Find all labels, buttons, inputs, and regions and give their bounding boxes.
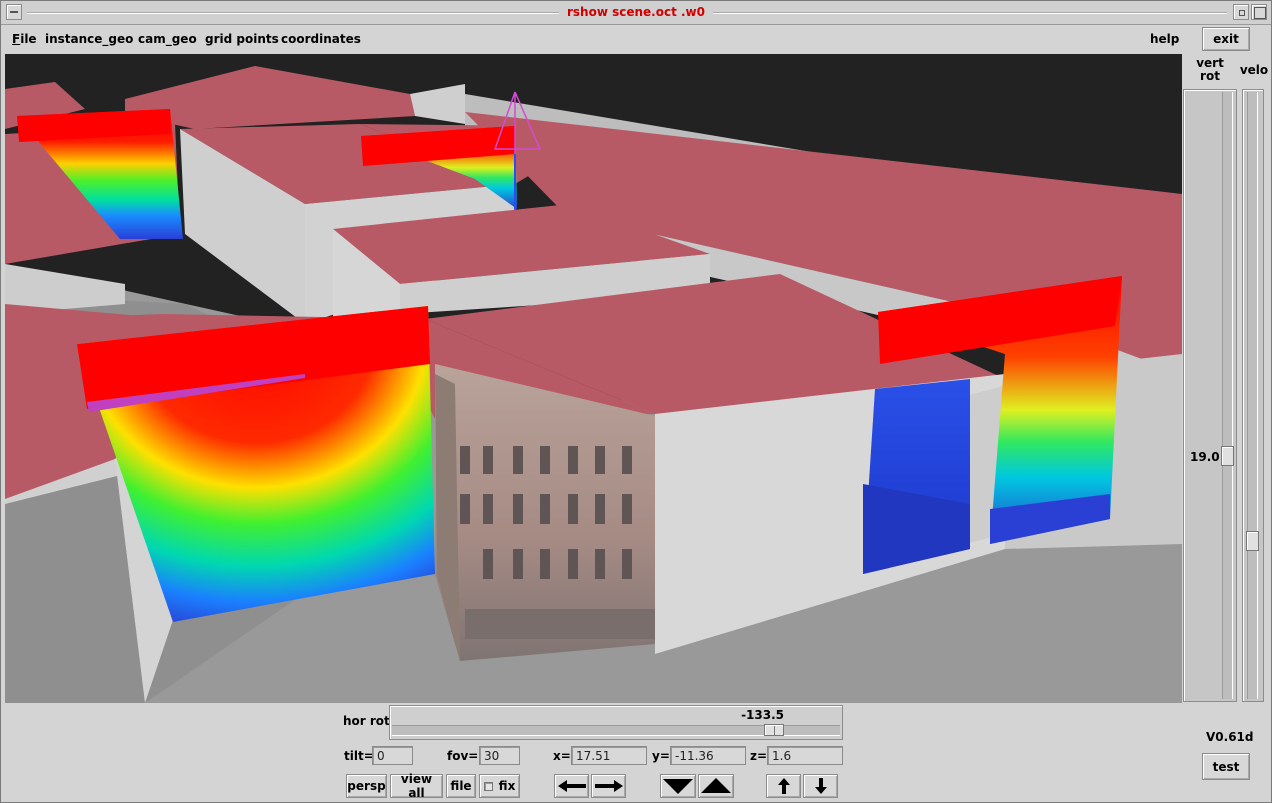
fix-toggle[interactable]: fix (479, 774, 520, 798)
tilt-field[interactable]: 0 (372, 746, 413, 765)
z-field[interactable]: 1.6 (767, 746, 843, 765)
arrow-left-icon (557, 780, 586, 792)
velo-slider[interactable] (1242, 89, 1264, 702)
velo-groove[interactable] (1247, 92, 1258, 699)
application-window: rshow scene.oct .w0 File instance_geo ca… (0, 0, 1272, 803)
fix-label: fix (498, 779, 516, 793)
hor-rot-thumb[interactable] (764, 724, 784, 736)
x-field[interactable]: 17.51 (571, 746, 647, 765)
z-label: z= (750, 749, 768, 763)
vert-rot-label-line2: rot (1200, 69, 1220, 83)
vert-rot-label: vert rot (1191, 57, 1229, 83)
x-label: x= (553, 749, 571, 763)
rotate-left-button[interactable] (554, 774, 589, 798)
maximize-icon[interactable] (1251, 4, 1267, 20)
minimize-icon[interactable] (1233, 4, 1249, 20)
vert-rot-thumb[interactable] (1221, 446, 1234, 466)
title-bar[interactable]: rshow scene.oct .w0 (1, 1, 1271, 25)
hor-rot-value: -133.5 (741, 708, 784, 722)
arrow-down-icon (814, 778, 827, 794)
vert-rot-groove[interactable] (1222, 92, 1233, 699)
menu-file-mnemonic: F (12, 32, 21, 46)
menu-cam-geo[interactable]: cam_geo (138, 32, 197, 46)
version-label: V0.61d (1206, 730, 1254, 744)
tilt-label: tilt= (344, 749, 374, 763)
fov-label: fov= (447, 749, 479, 763)
fix-checkbox[interactable] (483, 781, 493, 791)
wall-far (410, 84, 465, 124)
move-down-button[interactable] (803, 774, 838, 798)
menu-help[interactable]: help (1150, 32, 1179, 46)
move-forward-button[interactable] (698, 774, 734, 798)
menu-coordinates[interactable]: coordinates (281, 32, 361, 46)
file-button[interactable]: file (446, 774, 476, 798)
menu-bar: File instance_geo cam_geo grid points co… (1, 26, 1181, 53)
velo-label: velo (1239, 63, 1269, 77)
hor-rot-slider[interactable]: -133.5 (389, 705, 843, 740)
scene-render[interactable] (5, 54, 1182, 703)
rotate-right-button[interactable] (591, 774, 626, 798)
hor-rot-label: hor rot (343, 714, 390, 728)
view-all-button[interactable]: view all (390, 772, 443, 800)
triangle-down-icon (663, 779, 693, 794)
move-up-button[interactable] (766, 774, 801, 798)
test-button[interactable]: test (1202, 753, 1250, 780)
arrow-up-icon (777, 778, 790, 794)
window-title: rshow scene.oct .w0 (1, 5, 1271, 19)
arrow-right-icon (594, 780, 623, 792)
vert-rot-value: 19.0 (1190, 450, 1220, 464)
triangle-up-icon (701, 778, 731, 793)
persp-button[interactable]: persp (346, 774, 387, 798)
window-title-text: rshow scene.oct .w0 (558, 5, 713, 19)
exit-button[interactable]: exit (1202, 27, 1250, 51)
y-field[interactable]: -11.36 (670, 746, 746, 765)
3d-viewport[interactable] (5, 54, 1182, 703)
menu-grid-points[interactable]: grid points (205, 32, 279, 46)
y-label: y= (652, 749, 670, 763)
move-backward-button[interactable] (660, 774, 696, 798)
vert-rot-slider[interactable]: 19.0 (1183, 89, 1237, 702)
menu-file-label: ile (20, 32, 37, 46)
velo-thumb[interactable] (1246, 531, 1259, 551)
fov-field[interactable]: 30 (479, 746, 520, 765)
menu-file[interactable]: File (12, 32, 37, 46)
menu-instance-geo[interactable]: instance_geo (45, 32, 133, 46)
